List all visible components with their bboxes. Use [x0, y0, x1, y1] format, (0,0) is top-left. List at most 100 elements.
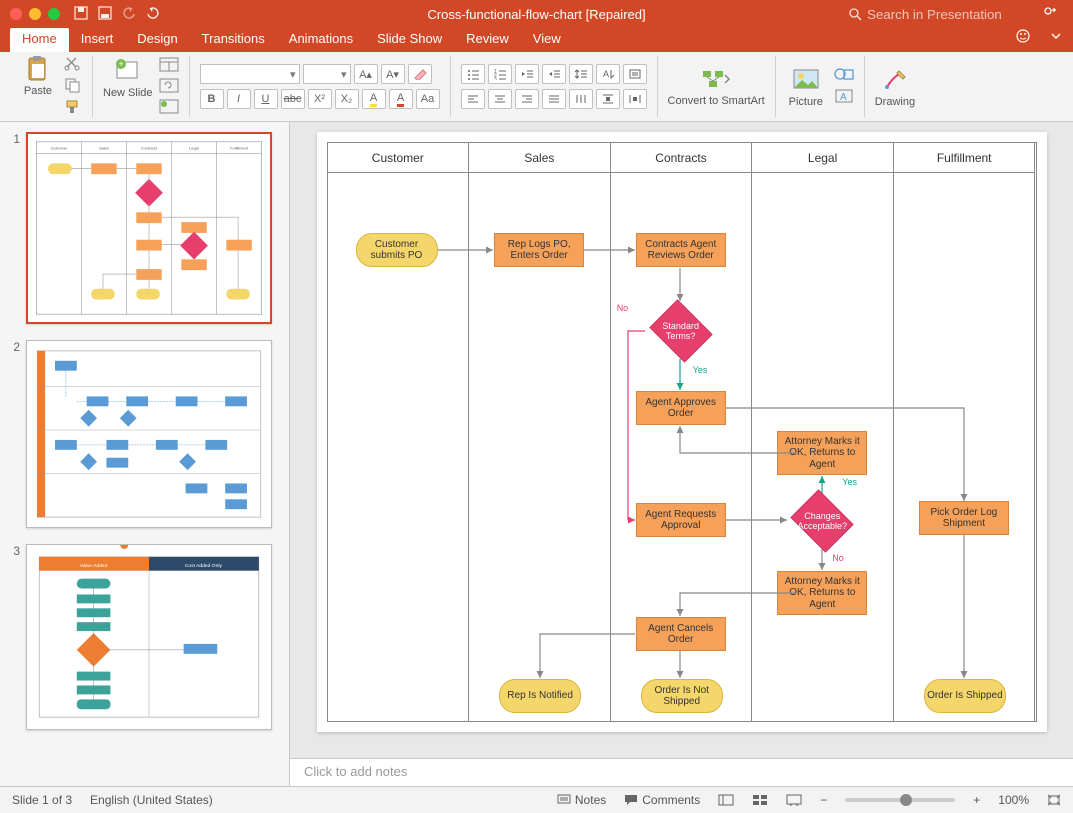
label-yes: Yes [693, 365, 708, 375]
comments-toggle[interactable]: Comments [624, 793, 700, 807]
status-bar: Slide 1 of 3 English (United States) Not… [0, 786, 1073, 813]
align-right-button[interactable] [515, 89, 539, 109]
font-family-select[interactable]: ▾ [200, 64, 300, 84]
collapse-ribbon-icon[interactable] [1049, 29, 1063, 46]
sorter-view-button[interactable] [752, 794, 768, 806]
normal-view-button[interactable] [718, 794, 734, 806]
underline-button[interactable]: U [254, 89, 278, 109]
numbering-button[interactable]: 123 [488, 64, 512, 84]
node-changes-acceptable[interactable]: Changes Acceptable? [787, 493, 857, 549]
zoom-level[interactable]: 100% [998, 793, 1029, 807]
language-indicator[interactable]: English (United States) [90, 793, 213, 807]
line-spacing-button[interactable] [569, 64, 593, 84]
node-rep-notified[interactable]: Rep Is Notified [499, 679, 581, 713]
cut-icon[interactable] [64, 55, 82, 74]
font-size-select[interactable]: ▾ [303, 64, 351, 84]
search-input[interactable] [867, 7, 1027, 22]
justify-button[interactable] [542, 89, 566, 109]
font-color-button[interactable]: A [389, 89, 413, 109]
slide-thumbnail-3[interactable]: Value AddedCost Added Only [26, 544, 272, 730]
reset-icon[interactable] [159, 78, 179, 96]
copy-icon[interactable] [64, 77, 82, 96]
node-shipped[interactable]: Order Is Shipped [924, 679, 1006, 713]
section-icon[interactable] [159, 99, 179, 117]
tab-review[interactable]: Review [454, 28, 521, 52]
convert-smartart-button[interactable]: Convert to SmartArt [668, 65, 765, 107]
layout-icon[interactable] [159, 57, 179, 75]
node-not-shipped[interactable]: Order Is Not Shipped [641, 679, 723, 713]
node-pick-order[interactable]: Pick Order Log Shipment [919, 501, 1009, 535]
shapes-icon[interactable] [834, 66, 854, 85]
tab-transitions[interactable]: Transitions [190, 28, 277, 52]
thumb-number: 3 [6, 544, 20, 730]
node-attorney-ok2[interactable]: Attorney Marks it OK, Returns to Agent [777, 571, 867, 615]
ribbon-tabs: Home Insert Design Transitions Animation… [0, 28, 1073, 52]
tab-animations[interactable]: Animations [277, 28, 365, 52]
slide-thumbnail-1[interactable]: CustomerSalesContractsLegalFulfillment [26, 132, 272, 324]
subscript-button[interactable]: X₂ [335, 89, 359, 109]
italic-button[interactable]: I [227, 89, 251, 109]
format-painter-icon[interactable] [64, 99, 82, 118]
fit-window-button[interactable] [1047, 794, 1061, 806]
textbox-icon[interactable]: A [834, 88, 854, 107]
save-icon[interactable] [98, 6, 112, 23]
superscript-button[interactable]: X² [308, 89, 332, 109]
bold-button[interactable]: B [200, 89, 224, 109]
slide-thumbnail-2[interactable] [26, 340, 272, 528]
zoom-out-button[interactable]: − [820, 793, 827, 807]
tab-design[interactable]: Design [125, 28, 189, 52]
node-rep-logs[interactable]: Rep Logs PO, Enters Order [494, 233, 584, 267]
align-center-button[interactable] [488, 89, 512, 109]
lane-customer: Customer submits PO [328, 173, 469, 721]
minimize-window-button[interactable] [29, 8, 41, 20]
pen-icon [879, 66, 911, 94]
tab-insert[interactable]: Insert [69, 28, 126, 52]
undo-icon[interactable] [122, 6, 136, 23]
tab-slideshow[interactable]: Slide Show [365, 28, 454, 52]
increase-font-button[interactable]: A▴ [354, 64, 378, 84]
zoom-window-button[interactable] [48, 8, 60, 20]
change-case-button[interactable]: Aa [416, 89, 440, 109]
tab-home[interactable]: Home [10, 28, 69, 52]
decrease-indent-button[interactable] [515, 64, 539, 84]
paste-button[interactable]: Paste [18, 55, 58, 97]
increase-indent-button[interactable] [542, 64, 566, 84]
node-agent-approves[interactable]: Agent Approves Order [636, 391, 726, 425]
slideshow-view-button[interactable] [786, 794, 802, 806]
node-contracts-reviews[interactable]: Contracts Agent Reviews Order [636, 233, 726, 267]
zoom-in-button[interactable]: + [973, 793, 980, 807]
notes-toggle[interactable]: Notes [557, 793, 606, 807]
zoom-slider[interactable] [845, 798, 955, 802]
align-text-button[interactable] [623, 64, 647, 84]
bullets-button[interactable] [461, 64, 485, 84]
node-standard-terms[interactable]: Standard Terms? [646, 303, 716, 359]
slide[interactable]: Customer Customer submits PO Sales Rep L… [317, 132, 1047, 732]
strike-button[interactable]: abc [281, 89, 305, 109]
node-agent-requests[interactable]: Agent Requests Approval [636, 503, 726, 537]
text-direction-button[interactable]: A [596, 64, 620, 84]
new-slide-button[interactable]: + New Slide [103, 57, 153, 99]
decrease-font-button[interactable]: A▾ [381, 64, 405, 84]
node-agent-cancels[interactable]: Agent Cancels Order [636, 617, 726, 651]
share-icon[interactable] [1042, 5, 1058, 24]
document-title: Cross-functional-flow-chart [Repaired] [427, 7, 645, 22]
notes-pane[interactable]: Click to add notes [290, 758, 1073, 786]
redo-icon[interactable] [146, 6, 160, 23]
align-left-button[interactable] [461, 89, 485, 109]
clear-format-button[interactable] [408, 64, 432, 84]
emoji-icon[interactable] [1015, 28, 1031, 47]
picture-button[interactable]: Picture [786, 66, 826, 108]
node-customer-submits[interactable]: Customer submits PO [356, 233, 438, 267]
tab-view[interactable]: View [521, 28, 573, 52]
autosave-icon[interactable] [74, 6, 88, 23]
lane-header-legal: Legal [752, 143, 893, 173]
close-window-button[interactable] [10, 8, 22, 20]
svg-text:Fulfillment: Fulfillment [230, 146, 249, 151]
node-attorney-ok1[interactable]: Attorney Marks it OK, Returns to Agent [777, 431, 867, 475]
distribute-v-button[interactable] [596, 89, 620, 109]
picture-icon [790, 66, 822, 94]
columns-button[interactable] [569, 89, 593, 109]
highlight-button[interactable]: A [362, 89, 386, 109]
drawing-button[interactable]: Drawing [875, 66, 915, 108]
distribute-h-button[interactable] [623, 89, 647, 109]
